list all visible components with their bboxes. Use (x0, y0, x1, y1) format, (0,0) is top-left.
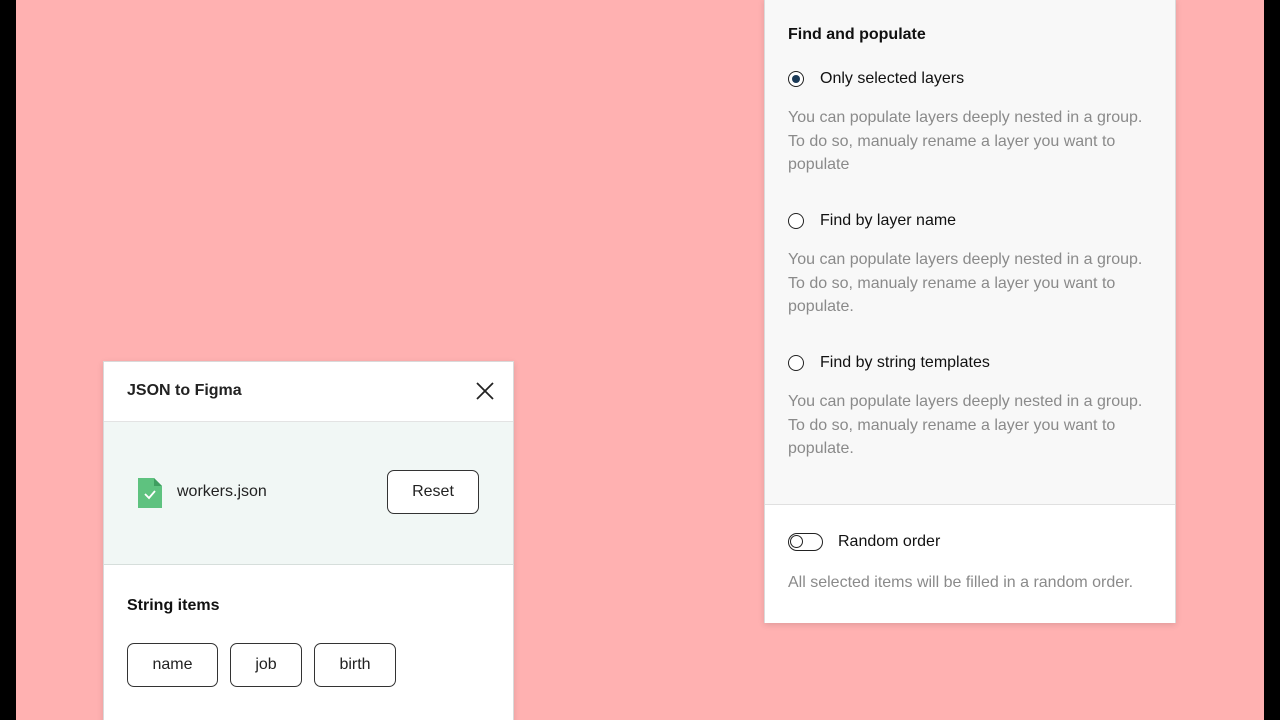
close-icon[interactable] (475, 381, 495, 401)
panel-title: JSON to Figma (127, 382, 242, 399)
string-item-chip[interactable]: name (127, 643, 218, 687)
random-order-toggle-row[interactable]: Random order (788, 533, 940, 551)
option-find-by-string-templates: Find by string templates You can populat… (788, 354, 1158, 461)
option-find-by-layer-name: Find by layer name You can populate laye… (788, 212, 1158, 319)
random-order-description: All selected items will be filled in a r… (788, 574, 1134, 591)
string-item-chip[interactable]: birth (314, 643, 396, 687)
radio-only-selected-layers[interactable]: Only selected layers (788, 70, 1158, 88)
radio-label: Find by string templates (820, 354, 990, 371)
option-description: You can populate layers deeply nested in… (788, 251, 1143, 315)
find-populate-section: Find and populate Only selected layers Y… (765, 0, 1175, 505)
radio-unchecked-icon[interactable] (788, 213, 804, 229)
random-order-label: Random order (838, 533, 941, 550)
radio-find-by-layer-name[interactable]: Find by layer name (788, 212, 1158, 230)
random-order-section: Random order All selected items will be … (765, 505, 1175, 623)
radio-unchecked-icon[interactable] (788, 355, 804, 371)
json-to-figma-panel: JSON to Figma workers.json Reset String … (103, 361, 514, 720)
string-items-section: String items name job birth (104, 565, 513, 720)
file-check-icon (138, 478, 162, 508)
toggle-knob (790, 535, 803, 548)
find-populate-panel: Find and populate Only selected layers Y… (764, 0, 1176, 623)
string-item-chip[interactable]: job (230, 643, 302, 687)
string-items-list: name job birth (127, 643, 396, 687)
option-description: You can populate layers deeply nested in… (788, 393, 1143, 457)
selected-file-area: workers.json Reset (104, 422, 513, 565)
reset-button[interactable]: Reset (387, 470, 479, 514)
string-items-title: String items (127, 597, 220, 614)
option-only-selected-layers: Only selected layers You can populate la… (788, 70, 1158, 177)
random-order-toggle[interactable] (788, 533, 823, 551)
radio-checked-icon[interactable] (788, 71, 804, 87)
radio-find-by-string-templates[interactable]: Find by string templates (788, 354, 1158, 372)
radio-label: Only selected layers (820, 70, 965, 87)
panel-header: JSON to Figma (104, 362, 513, 422)
option-description: You can populate layers deeply nested in… (788, 109, 1143, 173)
radio-label: Find by layer name (820, 212, 957, 229)
section-title: Find and populate (788, 26, 926, 43)
file-name: workers.json (177, 483, 267, 500)
canvas-background: JSON to Figma workers.json Reset String … (16, 0, 1264, 720)
